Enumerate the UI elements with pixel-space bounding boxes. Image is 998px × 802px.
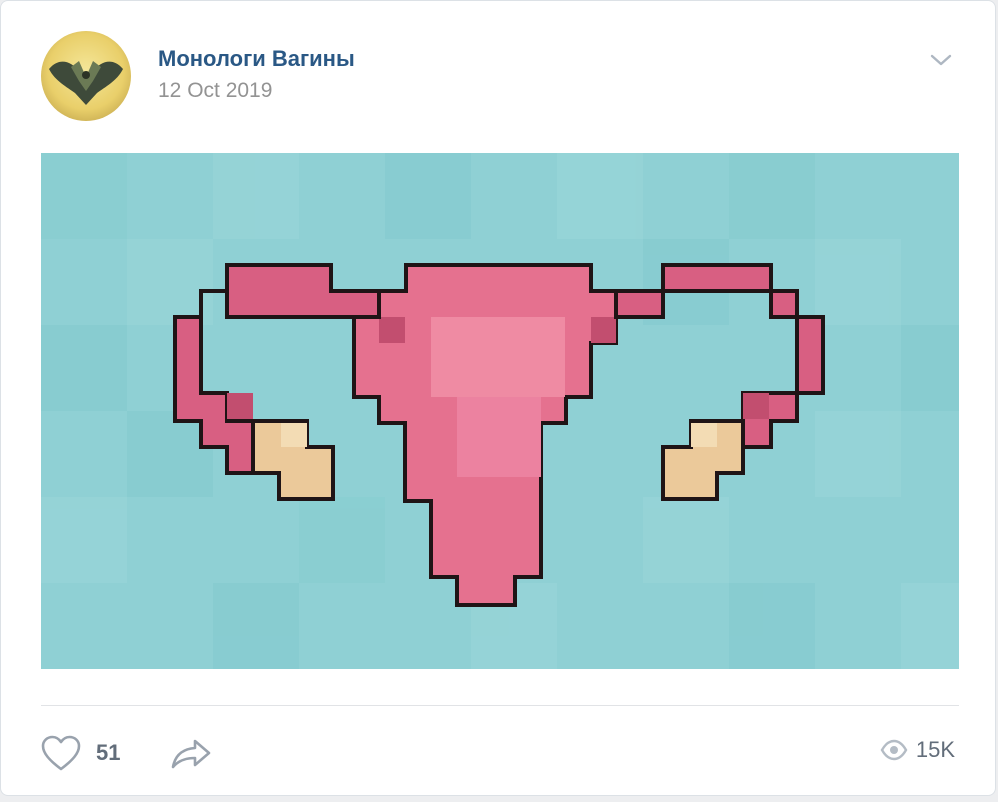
post-menu-button[interactable] xyxy=(923,45,959,75)
avatar[interactable] xyxy=(41,31,131,121)
like-count: 51 xyxy=(96,740,121,765)
share-arrow-icon xyxy=(171,739,211,769)
share-button[interactable] xyxy=(169,735,215,771)
post-card: Монологи Вагины 12 Oct 2019 51 15K xyxy=(0,0,996,796)
chevron-down-icon xyxy=(930,54,952,66)
heart-icon xyxy=(41,735,81,771)
post-photo[interactable] xyxy=(41,153,959,669)
like-button[interactable]: 51 xyxy=(39,731,120,775)
eye-icon xyxy=(880,739,908,761)
views-count: 15K xyxy=(915,737,955,762)
post-date[interactable]: 12 Oct 2019 xyxy=(158,79,272,103)
uterus-illustration xyxy=(41,153,959,669)
author-name-link[interactable]: Монологи Вагины xyxy=(158,46,355,72)
footer-divider xyxy=(41,705,959,706)
avatar-image xyxy=(41,31,131,121)
views-counter: 15K xyxy=(880,737,955,763)
